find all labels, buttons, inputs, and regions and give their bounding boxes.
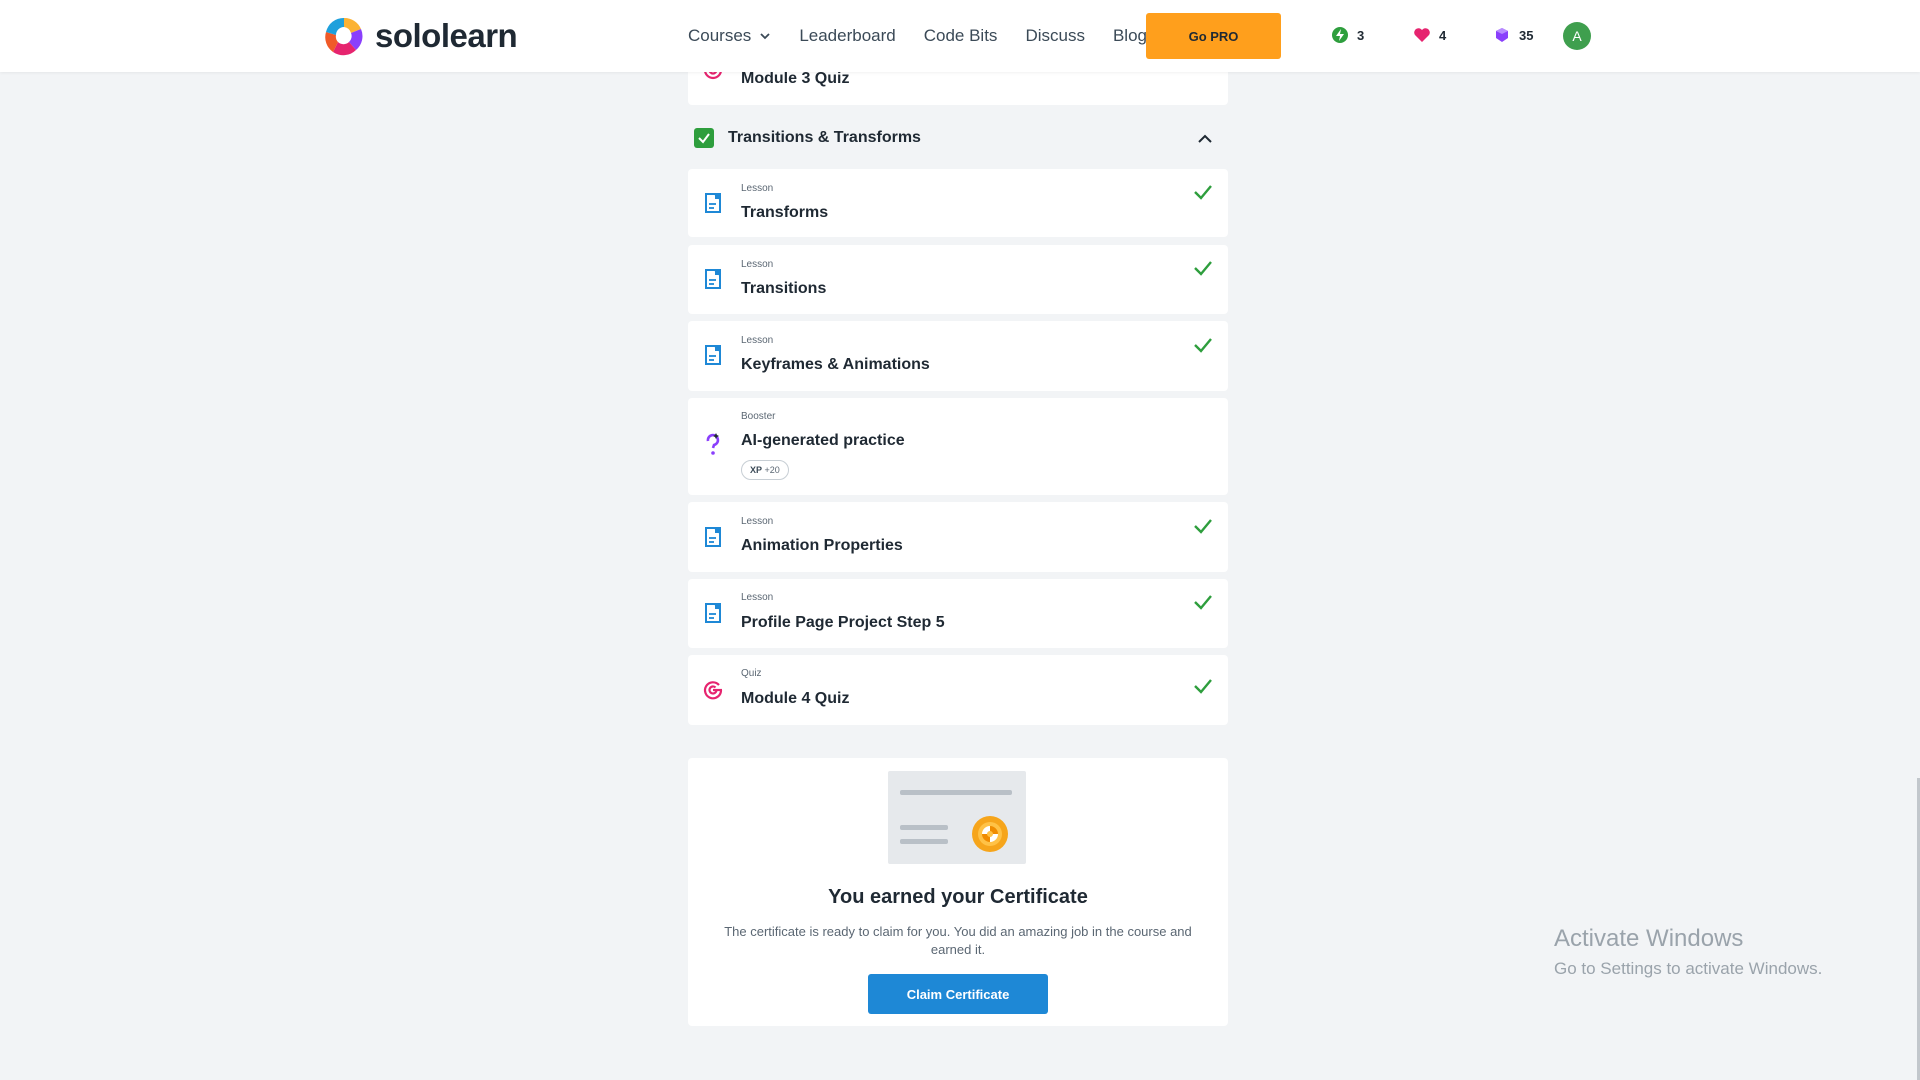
nav-courses-label: Courses xyxy=(688,26,752,45)
certificate-illustration xyxy=(888,771,1026,864)
completed-checkmark-icon xyxy=(1194,595,1212,610)
certificate-title: You earned your Certificate xyxy=(828,886,1088,908)
item-title: Module 3 Quiz xyxy=(741,70,850,87)
list-item-keyframes-animations[interactable]: Lesson Keyframes & Animations xyxy=(688,321,1228,391)
main-nav: Courses Leaderboard Code Bits Discuss Bl… xyxy=(688,0,1175,72)
lesson-document-icon xyxy=(705,603,721,623)
list-item-transitions[interactable]: Lesson Transitions xyxy=(688,245,1228,314)
lesson-document-icon xyxy=(705,193,721,213)
streak-counter[interactable]: 3 xyxy=(1331,26,1364,44)
section-header[interactable]: Transitions & Transforms xyxy=(688,120,1228,156)
bits-counter[interactable]: 35 xyxy=(1493,26,1533,44)
nav-code-bits[interactable]: Code Bits xyxy=(924,26,998,46)
question-mark-icon xyxy=(706,433,720,455)
chevron-up-icon[interactable] xyxy=(1196,130,1214,148)
item-type-label: Lesson xyxy=(741,516,774,527)
list-item-ai-generated-practice[interactable]: Booster AI-generated practice XP +20 xyxy=(688,398,1228,495)
item-title: Profile Page Project Step 5 xyxy=(741,614,945,631)
completed-checkmark-icon xyxy=(1194,338,1212,353)
item-title: Module 4 Quiz xyxy=(741,690,850,707)
item-type-label: Lesson xyxy=(741,592,774,603)
nav-blog[interactable]: Blog xyxy=(1113,26,1147,46)
item-type-label: Quiz xyxy=(741,668,762,679)
item-type-label: Booster xyxy=(741,411,776,422)
xp-value: +20 xyxy=(764,465,780,475)
nav-courses[interactable]: Courses xyxy=(688,26,771,46)
heart-icon xyxy=(1414,28,1430,42)
user-avatar[interactable]: A xyxy=(1563,22,1591,50)
item-type-label: Lesson xyxy=(741,183,774,194)
completed-checkmark-icon xyxy=(1194,261,1212,276)
completed-checkmark-icon xyxy=(1194,185,1212,200)
hearts-counter[interactable]: 4 xyxy=(1413,26,1446,44)
brand-name: sololearn xyxy=(375,17,518,54)
lesson-document-icon xyxy=(705,269,721,289)
item-title: Keyframes & Animations xyxy=(741,356,930,373)
lesson-document-icon xyxy=(705,527,721,547)
item-title: Transitions xyxy=(741,280,827,297)
item-title: Animation Properties xyxy=(741,537,903,554)
watermark-title: Activate Windows xyxy=(1554,925,1744,952)
section-title: Transitions & Transforms xyxy=(728,129,921,146)
completed-checkmark-icon xyxy=(1194,679,1212,694)
xp-label: XP xyxy=(750,465,763,475)
checkmark-icon xyxy=(698,133,710,144)
cube-icon xyxy=(1496,28,1508,42)
completed-checkmark-icon xyxy=(1194,519,1212,534)
list-item-module-4-quiz[interactable]: Quiz Module 4 Quiz xyxy=(688,655,1228,725)
chevron-down-icon xyxy=(760,33,770,40)
hearts-count: 4 xyxy=(1439,27,1447,43)
item-type-label: Lesson xyxy=(741,335,774,346)
top-navigation-bar: sololearn Courses Leaderboard Code Bits … xyxy=(0,0,1920,72)
sololearn-logo-icon xyxy=(325,17,363,56)
bits-count: 35 xyxy=(1519,27,1534,43)
certificate-description: The certificate is ready to claim for yo… xyxy=(724,924,1192,957)
xp-reward-badge: XP +20 xyxy=(741,460,789,480)
watermark-subtitle: Go to Settings to activate Windows. xyxy=(1554,959,1823,978)
section-complete-checkbox xyxy=(694,128,714,148)
windows-activation-watermark: Activate Windows Go to Settings to activ… xyxy=(1554,925,1822,979)
lesson-document-icon xyxy=(705,345,721,365)
certificate-card: You earned your Certificate The certific… xyxy=(688,758,1228,1026)
list-item-transforms[interactable]: Lesson Transforms xyxy=(688,169,1228,237)
quiz-target-icon xyxy=(703,681,723,700)
item-type-label: Lesson xyxy=(741,259,774,270)
nav-leaderboard[interactable]: Leaderboard xyxy=(799,26,895,46)
go-pro-button[interactable]: Go PRO xyxy=(1146,13,1281,59)
sololearn-logo[interactable]: sololearn xyxy=(323,15,518,57)
streak-count: 3 xyxy=(1357,27,1365,43)
claim-certificate-button[interactable]: Claim Certificate xyxy=(868,974,1048,1014)
lightning-icon xyxy=(1332,27,1348,43)
nav-discuss[interactable]: Discuss xyxy=(1025,26,1085,46)
item-title: AI-generated practice xyxy=(741,432,905,449)
item-title: Transforms xyxy=(741,204,829,221)
list-item-animation-properties[interactable]: Lesson Animation Properties xyxy=(688,502,1228,572)
list-item-profile-page-project-step-5[interactable]: Lesson Profile Page Project Step 5 xyxy=(688,579,1228,648)
